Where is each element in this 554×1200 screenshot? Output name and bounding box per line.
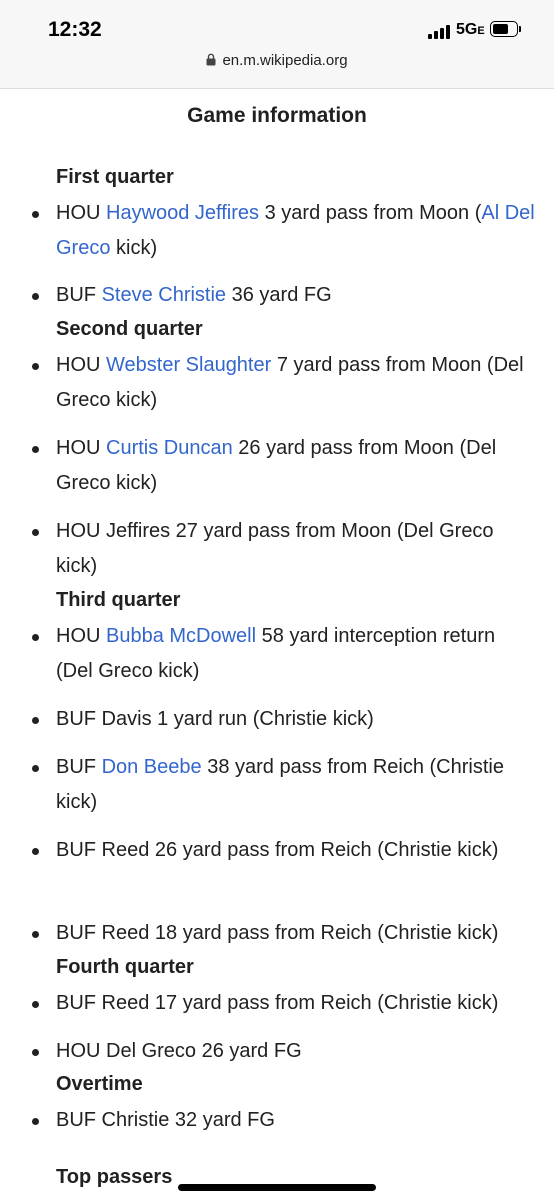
bullet-icon [32,293,39,300]
scoring-play: BUF Reed 17 yard pass from Reich (Christ… [32,986,536,1021]
bullet-icon [32,363,39,370]
battery-icon [490,21,522,39]
bullet-icon [32,931,39,938]
bullet-icon [32,1049,39,1056]
play-text: BUF Reed 26 yard pass from Reich (Christ… [56,839,499,861]
bullet-icon [32,529,39,536]
bullet-icon [32,848,39,855]
scoring-play: BUF Christie 32 yard FG [32,1103,536,1138]
play-text: BUF Christie 32 yard FG [56,1109,275,1131]
player-link[interactable]: Haywood Jeffires [106,202,259,224]
scoring-play: HOU Curtis Duncan 26 yard pass from Moon… [32,431,536,501]
play-text: HOU [56,202,106,224]
bullet-icon [32,717,39,724]
quarter-heading: Second quarter [56,318,203,340]
scoring-play: HOU Webster Slaughter 7 yard pass from M… [32,348,536,418]
top-passers-heading: Top passers [56,1166,173,1188]
bullet-icon [32,765,39,772]
bullet-icon [32,446,39,453]
cellular-signal-icon [428,24,452,39]
play-text: HOU [56,437,106,459]
scoring-play: HOU Bubba McDowell 58 yard interception … [32,619,536,689]
play-text: HOU Jeffires 27 yard pass from Moon (Del… [56,520,494,577]
play-text: BUF Reed 17 yard pass from Reich (Christ… [56,992,499,1014]
play-text: HOU [56,354,106,376]
play-text: kick) [110,237,158,259]
scoring-play: HOU Jeffires 27 yard pass from Moon (Del… [32,514,536,584]
quarter-heading: First quarter [56,166,174,188]
bullet-icon [32,211,39,218]
url-text: en.m.wikipedia.org [222,52,348,69]
status-time: 12:32 [48,18,102,41]
scoring-play: BUF Davis 1 yard run (Christie kick) [32,702,536,737]
bullet-icon [32,1001,39,1008]
status-bar: 12:32 5GE en.m.wikipedia.org [0,0,554,89]
play-text: HOU Del Greco 26 yard FG [56,1040,302,1062]
network-label: 5G [456,21,478,38]
quarter-heading: Third quarter [56,589,181,611]
play-text: 36 yard FG [226,284,332,306]
home-indicator[interactable] [178,1184,376,1191]
play-text: 3 yard pass from Moon ( [259,202,482,224]
player-link[interactable]: Curtis Duncan [106,437,233,459]
play-text: HOU [56,625,106,647]
quarter-heading: Overtime [56,1073,143,1095]
player-link[interactable]: Webster Slaughter [106,354,271,376]
play-text: BUF [56,756,102,778]
address-bar[interactable]: en.m.wikipedia.org [0,52,554,69]
network-suffix: E [477,25,485,37]
lock-icon [206,53,216,66]
scoring-play: BUF Reed 26 yard pass from Reich (Christ… [32,833,536,868]
player-link[interactable]: Bubba McDowell [106,625,256,647]
quarter-heading: Fourth quarter [56,956,194,978]
bullet-icon [32,1118,39,1125]
bullet-icon [32,634,39,641]
scoring-play: HOU Haywood Jeffires 3 yard pass from Mo… [32,196,536,266]
section-title: Game information [187,104,367,127]
scoring-play: BUF Reed 18 yard pass from Reich (Christ… [32,916,536,951]
scoring-play: BUF Don Beebe 38 yard pass from Reich (C… [32,750,536,820]
scoring-play: HOU Del Greco 26 yard FG [32,1034,536,1069]
network-type: 5GE [456,21,485,39]
player-link[interactable]: Steve Christie [102,284,227,306]
player-link[interactable]: Don Beebe [102,756,202,778]
scoring-play: BUF Steve Christie 36 yard FG [32,278,536,313]
play-text: BUF Reed 18 yard pass from Reich (Christ… [56,922,499,944]
play-text: BUF [56,284,102,306]
play-text: BUF Davis 1 yard run (Christie kick) [56,708,374,730]
